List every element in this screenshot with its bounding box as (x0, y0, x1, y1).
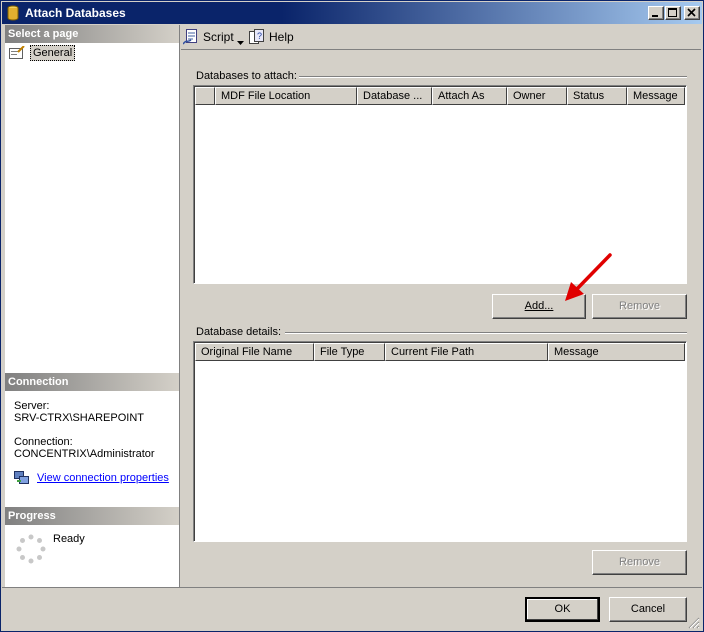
progress-header: Progress (5, 507, 179, 525)
grid-header-message[interactable]: Message (548, 343, 685, 361)
chevron-down-icon (237, 34, 244, 48)
select-page-header: Select a page (5, 25, 179, 43)
connection-properties-icon (14, 471, 30, 488)
page-item-label: General (30, 45, 76, 61)
group-divider (285, 332, 687, 334)
progress-status: Ready (53, 533, 85, 545)
database-details-label: Database details: (196, 326, 281, 338)
maximize-button[interactable] (665, 6, 681, 20)
cancel-button-label: Cancel (630, 603, 666, 615)
dialog-footer: OK Cancel (2, 587, 702, 631)
close-icon (687, 8, 696, 17)
title-bar[interactable]: Attach Databases (2, 2, 702, 24)
resize-grip-icon[interactable] (688, 617, 700, 629)
toolbar: Script ? Help (181, 25, 701, 49)
grid-header-current-file-path[interactable]: Current File Path (385, 343, 548, 361)
minimize-icon (652, 15, 658, 17)
attach-databases-window: Attach Databases Select a page General C… (0, 0, 704, 632)
progress-spinner-icon (15, 533, 47, 568)
help-button[interactable]: ? Help (249, 28, 299, 46)
svg-text:?: ? (257, 31, 262, 41)
group-divider (299, 76, 687, 78)
properties-page-icon (9, 45, 25, 59)
script-label: Script (203, 30, 234, 44)
toolbar-divider (181, 49, 701, 50)
minimize-button[interactable] (648, 6, 664, 20)
database-icon (6, 5, 20, 21)
grid-header-message[interactable]: Message (627, 87, 685, 105)
grid-header-selector[interactable] (195, 87, 215, 105)
page-item-general[interactable]: General (9, 45, 129, 61)
connection-value: CONCENTRIX\Administrator (14, 448, 155, 460)
remove-attach-button-label: Remove (619, 300, 660, 312)
grid-header-original-file-name[interactable]: Original File Name (195, 343, 314, 361)
add-button-label: Add... (524, 300, 554, 312)
grid-header-attach-as[interactable]: Attach As (432, 87, 507, 105)
right-pane: Script ? Help Databases to attach: MDF F… (181, 25, 701, 587)
window-title: Attach Databases (25, 6, 126, 20)
grid-header-database[interactable]: Database ... (357, 87, 432, 105)
view-connection-properties-link[interactable]: View connection properties (37, 472, 169, 484)
red-arrow-icon (565, 253, 612, 301)
left-pane: Select a page General Connection Server:… (5, 25, 180, 587)
ok-button[interactable]: OK (525, 597, 600, 622)
script-button[interactable]: Script (182, 28, 245, 48)
cancel-button[interactable]: Cancel (609, 597, 687, 622)
help-label: Help (269, 30, 294, 44)
database-details-grid[interactable]: Original File Name File Type Current Fil… (193, 341, 687, 542)
close-button[interactable] (684, 6, 700, 20)
remove-details-button[interactable]: Remove (592, 550, 687, 575)
help-icon: ? (249, 29, 265, 48)
connection-header: Connection (5, 373, 179, 391)
connection-label: Connection: (14, 436, 73, 448)
server-value: SRV-CTRX\SHAREPOINT (14, 412, 144, 424)
grid-header-owner[interactable]: Owner (507, 87, 567, 105)
ok-button-label: OK (554, 603, 571, 615)
databases-to-attach-label: Databases to attach: (196, 70, 297, 82)
grid-header-status[interactable]: Status (567, 87, 627, 105)
maximize-icon (668, 8, 677, 17)
server-label: Server: (14, 400, 50, 412)
grid-header-file-type[interactable]: File Type (314, 343, 385, 361)
grid-header-mdf-location[interactable]: MDF File Location (215, 87, 357, 105)
script-icon (182, 29, 199, 48)
remove-details-button-label: Remove (619, 556, 660, 568)
